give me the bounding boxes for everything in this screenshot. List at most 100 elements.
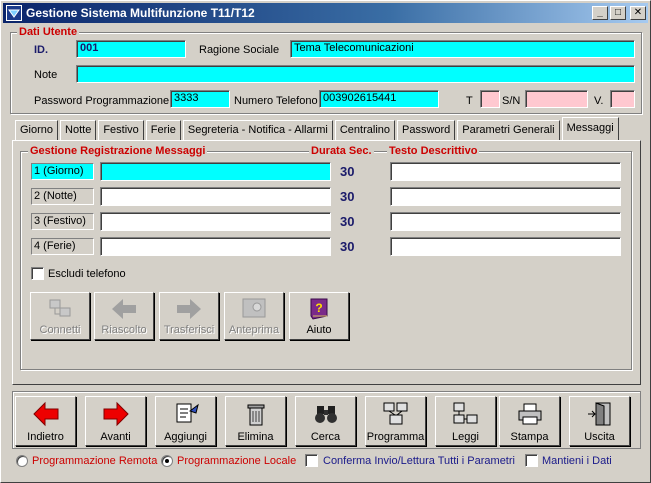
message-4-label: 4 (Ferie): [31, 238, 94, 255]
program-icon: [381, 397, 411, 431]
back-label: Indietro: [27, 431, 64, 443]
print-label: Stampa: [510, 431, 549, 443]
keep-data-label: Mantieni i Dati: [542, 455, 612, 467]
remote-programming-label: Programmazione Remota: [32, 455, 158, 467]
connect-button[interactable]: Connetti: [30, 292, 90, 340]
message-1-field[interactable]: [100, 162, 331, 181]
exit-label: Uscita: [584, 431, 615, 443]
tab-password[interactable]: Password: [397, 120, 456, 140]
ragione-label: Ragione Sociale: [199, 44, 280, 56]
main-window: Gestione Sistema Multifunzione T11/T12 _…: [0, 0, 651, 483]
forward-button[interactable]: Avanti: [85, 396, 146, 446]
exit-door-icon: [586, 397, 614, 431]
message-2-field[interactable]: [100, 187, 331, 206]
delete-label: Elimina: [237, 431, 274, 443]
user-data-legend: Dati Utente: [17, 26, 80, 38]
note-label: Note: [34, 69, 58, 81]
preview-icon: [240, 293, 268, 324]
exclude-phone-label: Escludi telefono: [48, 268, 126, 280]
window-title: Gestione Sistema Multifunzione T11/T12: [26, 6, 255, 20]
maximize-icon: □: [614, 7, 622, 18]
password-field[interactable]: 3333: [170, 90, 230, 108]
preview-button[interactable]: Anteprima: [224, 292, 284, 340]
t-label: T: [466, 95, 473, 107]
print-button[interactable]: Stampa: [499, 396, 560, 446]
v-field[interactable]: [610, 90, 635, 108]
message-1-duration: 30: [340, 164, 355, 179]
t-field[interactable]: [480, 90, 500, 108]
search-label: Cerca: [310, 431, 341, 443]
binoculars-icon: [312, 397, 340, 431]
replay-button[interactable]: Riascolto: [94, 292, 154, 340]
arrow-right-icon: [175, 293, 203, 324]
tab-ferie[interactable]: Ferie: [145, 120, 181, 140]
forward-label: Avanti: [100, 431, 131, 443]
keep-data-checkbox[interactable]: [525, 454, 538, 467]
ragione-field[interactable]: Tema Telecomunicazioni: [290, 40, 635, 58]
sn-label: S/N: [502, 95, 521, 107]
help-label: Aiuto: [306, 324, 332, 336]
tab-giorno[interactable]: Giorno: [15, 120, 59, 140]
close-button[interactable]: ✕: [630, 6, 646, 20]
tab-parametri-generali[interactable]: Parametri Generali: [457, 120, 560, 140]
sn-field[interactable]: [525, 90, 588, 108]
tab-festivo[interactable]: Festivo: [98, 120, 144, 140]
tab-notte[interactable]: Notte: [60, 120, 97, 140]
program-label: Programma: [366, 431, 425, 443]
message-3-label: 3 (Festivo): [31, 213, 94, 230]
help-button[interactable]: ? Aiuto: [289, 292, 349, 340]
connect-icon: [46, 293, 74, 324]
password-label: Password Programmazione: [34, 95, 170, 107]
message-3-description[interactable]: [390, 212, 621, 231]
duration-header: Durata Sec.: [309, 145, 374, 157]
local-programming-label: Programmazione Locale: [177, 455, 297, 467]
phone-field[interactable]: 003902615441: [319, 90, 439, 108]
search-button[interactable]: Cerca: [295, 396, 356, 446]
arrow-left-icon: [110, 293, 138, 324]
minimize-icon: _: [597, 7, 603, 18]
message-4-duration: 30: [340, 239, 355, 254]
close-icon: ✕: [633, 7, 643, 18]
message-4-description[interactable]: [390, 237, 621, 256]
trash-icon: [242, 397, 270, 431]
remote-programming-radio[interactable]: [16, 455, 28, 467]
back-button[interactable]: Indietro: [15, 396, 76, 446]
local-programming-radio[interactable]: [161, 455, 173, 467]
svg-text:?: ?: [315, 301, 322, 315]
read-button[interactable]: Leggi: [435, 396, 496, 446]
confirm-all-params-checkbox[interactable]: [305, 454, 318, 467]
exit-button[interactable]: Uscita: [569, 396, 630, 446]
message-3-duration: 30: [340, 214, 355, 229]
add-button[interactable]: Aggiungi: [155, 396, 216, 446]
tab-segreteria[interactable]: Segreteria - Notifica - Allarmi: [182, 120, 333, 140]
tab-strip: Giorno Notte Festivo Ferie Segreteria - …: [15, 117, 621, 140]
id-field[interactable]: 001: [76, 40, 186, 58]
add-document-icon: [172, 397, 200, 431]
transfer-button[interactable]: Trasferisci: [159, 292, 219, 340]
delete-button[interactable]: Elimina: [225, 396, 286, 446]
message-1-description[interactable]: [390, 162, 621, 181]
app-icon[interactable]: [6, 5, 22, 21]
program-button[interactable]: Programma: [365, 396, 426, 446]
tab-messaggi[interactable]: Messaggi: [561, 117, 619, 140]
maximize-button[interactable]: □: [610, 6, 626, 20]
confirm-all-params-label: Conferma Invio/Lettura Tutti i Parametri: [323, 455, 515, 467]
phone-label: Numero Telefono: [234, 95, 318, 107]
preview-label: Anteprima: [228, 324, 280, 336]
read-icon: [451, 397, 481, 431]
messages-header: Gestione Registrazione Messaggi: [28, 145, 208, 157]
tab-centralino[interactable]: Centralino: [334, 120, 395, 140]
message-2-description[interactable]: [390, 187, 621, 206]
minimize-button[interactable]: _: [592, 6, 608, 20]
printer-icon: [515, 397, 545, 431]
exclude-phone-checkbox[interactable]: [31, 267, 44, 280]
message-3-field[interactable]: [100, 212, 331, 231]
note-field[interactable]: [76, 65, 635, 83]
title-bar: Gestione Sistema Multifunzione T11/T12 _…: [3, 3, 648, 23]
message-4-field[interactable]: [100, 237, 331, 256]
add-label: Aggiungi: [164, 431, 207, 443]
description-header: Testo Descrittivo: [387, 145, 480, 157]
red-arrow-right-icon: [102, 397, 130, 431]
read-label: Leggi: [452, 431, 479, 443]
replay-label: Riascolto: [101, 324, 147, 336]
